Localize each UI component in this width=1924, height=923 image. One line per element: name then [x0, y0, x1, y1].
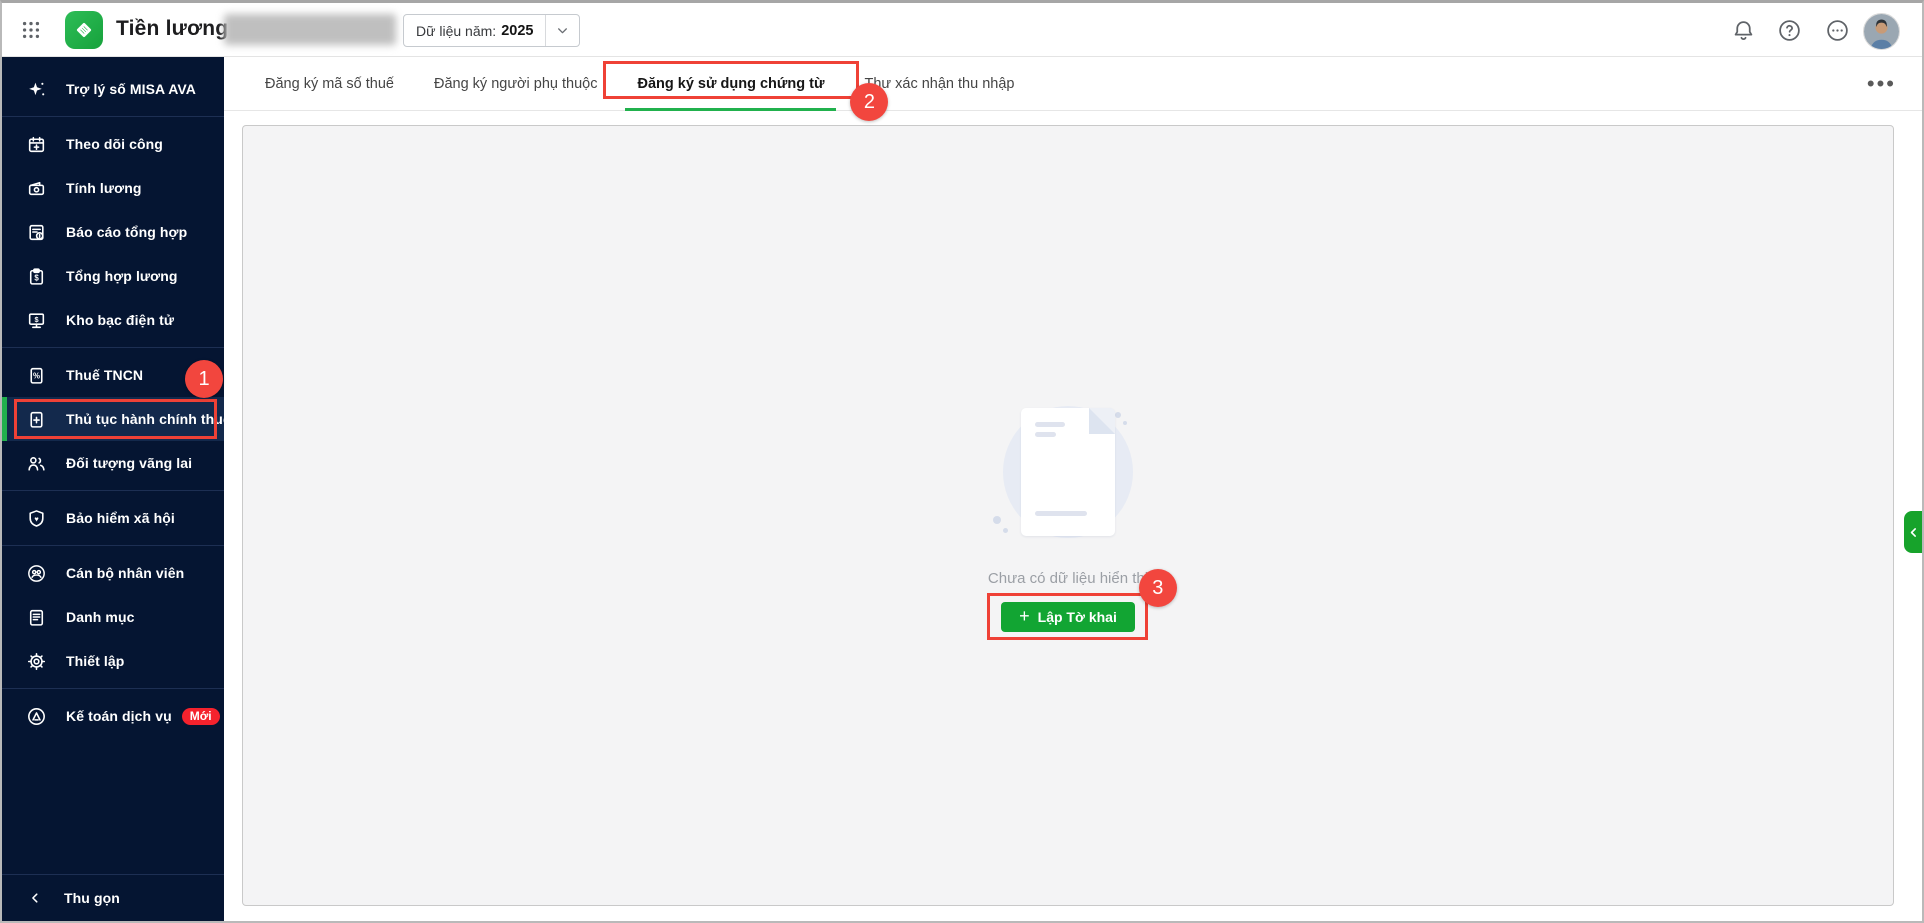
sidebar-collapse-button[interactable]: Thu gọn — [2, 874, 224, 921]
company-name-redacted — [224, 14, 396, 45]
sidebar-item-doi-tuong-vang-lai[interactable]: Đối tượng vãng lai — [2, 441, 224, 485]
app-title: Tiền lương — [116, 17, 228, 41]
sidebar-item-label: Danh mục — [66, 609, 134, 625]
chevron-left-icon — [1908, 527, 1919, 538]
sidebar-item-ke-toan-dich-vu[interactable]: Kế toán dịch vụ Mới — [2, 694, 224, 738]
report-icon — [26, 222, 47, 243]
sidebar-item-bao-hiem-xa-hoi[interactable]: ♥ Bảo hiểm xã hội — [2, 496, 224, 540]
sidebar-divider — [2, 347, 224, 348]
new-badge: Mới — [182, 708, 220, 725]
document-plus-icon — [26, 409, 47, 430]
sidebar-item-label: Tổng hợp lương — [66, 268, 178, 284]
data-year-selector[interactable]: Dữ liệu năm: 2025 — [403, 14, 580, 47]
app-grid-icon[interactable] — [18, 17, 44, 43]
app-window: Tiền lương Dữ liệu năm: 2025 — [0, 0, 1924, 923]
create-declaration-label: Lập Tờ khai — [1038, 609, 1117, 625]
ai-sparkle-icon — [26, 79, 47, 100]
service-accounting-icon — [26, 706, 47, 727]
sidebar-item-tro-ly-so-misa-ava[interactable]: Trợ lý số MISA AVA — [2, 67, 224, 111]
sidebar-item-kho-bac-dien-tu[interactable]: $ Kho bạc điện tử — [2, 298, 224, 342]
chevron-left-icon — [28, 888, 42, 909]
sidebar-item-thu-tuc-hanh-chinh-thue[interactable]: Thủ tục hành chính thuế 1 — [2, 397, 224, 441]
misa-logo — [65, 11, 103, 49]
sidebar-divider — [2, 490, 224, 491]
sidebar-item-theo-doi-cong[interactable]: Theo dõi công — [2, 122, 224, 166]
chevron-down-icon — [545, 15, 579, 46]
sidebar-item-label: Đối tượng vãng lai — [66, 455, 192, 471]
empty-state: Chưa có dữ liệu hiển thị + Lập Tờ khai 3 — [908, 404, 1228, 632]
sidebar-item-label: Báo cáo tổng hợp — [66, 224, 187, 240]
sidebar-item-danh-muc[interactable]: Danh mục — [2, 595, 224, 639]
calendar-plus-icon — [26, 134, 47, 155]
people-icon — [26, 453, 47, 474]
svg-text:$: $ — [34, 314, 38, 323]
sidebar-item-label: Tính lương — [66, 180, 142, 196]
sidebar-item-label: Theo dõi công — [66, 136, 163, 152]
notifications-bell-icon[interactable] — [1729, 16, 1757, 44]
sidebar-item-bao-cao-tong-hop[interactable]: Báo cáo tổng hợp — [2, 210, 224, 254]
content-panel: Chưa có dữ liệu hiển thị + Lập Tờ khai 3 — [242, 125, 1894, 906]
sidebar-item-thiet-lap[interactable]: Thiết lập — [2, 639, 224, 683]
tab-overflow-menu-icon[interactable]: ••• — [1867, 57, 1896, 110]
top-header: Tiền lương Dữ liệu năm: 2025 — [2, 3, 1922, 57]
active-tab-underline — [625, 108, 836, 111]
sidebar-item-label: Kho bạc điện tử — [66, 312, 174, 328]
tab-dang-ky-ma-so-thue[interactable]: Đăng ký mã số thuế — [245, 57, 414, 110]
sidebar-item-label: Thiết lập — [66, 653, 124, 669]
help-icon[interactable] — [1775, 16, 1803, 44]
sidebar-item-label: Trợ lý số MISA AVA — [66, 81, 196, 97]
sidebar-divider — [2, 688, 224, 689]
tab-dang-ky-nguoi-phu-thuoc[interactable]: Đăng ký người phụ thuộc — [414, 57, 618, 110]
data-year-value: 2025 — [501, 23, 533, 39]
sidebar-item-tong-hop-luong[interactable]: $ Tổng hợp lương — [2, 254, 224, 298]
wallet-icon — [26, 178, 47, 199]
monitor-dollar-icon: $ — [26, 310, 47, 331]
document-percent-icon: % — [26, 365, 47, 386]
users-circle-icon — [26, 563, 47, 584]
create-declaration-button[interactable]: + Lập Tờ khai — [1001, 602, 1135, 632]
tab-thu-xac-nhan-thu-nhap[interactable]: Thư xác nhận thu nhập — [844, 57, 1034, 110]
main-content: Chưa có dữ liệu hiển thị + Lập Tờ khai 3 — [224, 111, 1922, 921]
tab-label: Đăng ký mã số thuế — [265, 76, 394, 92]
active-indicator — [2, 397, 7, 441]
gear-icon — [26, 651, 47, 672]
tab-label: Đăng ký sử dụng chứng từ — [637, 76, 824, 92]
list-icon — [26, 607, 47, 628]
sidebar-divider — [2, 116, 224, 117]
svg-text:%: % — [33, 371, 40, 380]
collapse-label: Thu gọn — [64, 890, 120, 906]
more-options-icon[interactable] — [1823, 16, 1851, 44]
svg-text:♥: ♥ — [34, 514, 38, 523]
data-year-label: Dữ liệu năm: — [416, 23, 496, 39]
sidebar-nav: Trợ lý số MISA AVA Theo dõi công Tính lư… — [2, 57, 224, 921]
sidebar-item-label: Thuế TNCN — [66, 367, 143, 383]
user-avatar[interactable] — [1863, 13, 1900, 50]
svg-text:$: $ — [34, 273, 39, 282]
sidebar-item-can-bo-nhan-vien[interactable]: Cán bộ nhân viên — [2, 551, 224, 595]
sidebar-item-label: Thủ tục hành chính thuế — [66, 411, 231, 427]
sidebar-item-thue-tncn[interactable]: % Thuế TNCN — [2, 353, 224, 397]
sidebar-item-tinh-luong[interactable]: Tính lương — [2, 166, 224, 210]
tab-label: Thư xác nhận thu nhập — [864, 76, 1014, 92]
sidebar-item-label: Bảo hiểm xã hội — [66, 510, 175, 526]
clipboard-dollar-icon: $ — [26, 266, 47, 287]
plus-icon: + — [1019, 607, 1030, 625]
sidebar-item-label: Kế toán dịch vụ — [66, 708, 172, 724]
tab-dang-ky-su-dung-chung-tu[interactable]: Đăng ký sử dụng chứng từ 2 — [617, 57, 844, 110]
tab-bar: Đăng ký mã số thuế Đăng ký người phụ thu… — [224, 57, 1922, 111]
shield-heart-icon: ♥ — [26, 508, 47, 529]
sidebar-item-label: Cán bộ nhân viên — [66, 565, 184, 581]
tab-label: Đăng ký người phụ thuộc — [434, 76, 598, 92]
expand-panel-tab[interactable] — [1904, 511, 1922, 553]
empty-document-illustration — [983, 404, 1153, 544]
sidebar-divider — [2, 545, 224, 546]
empty-state-text: Chưa có dữ liệu hiển thị — [908, 570, 1228, 587]
